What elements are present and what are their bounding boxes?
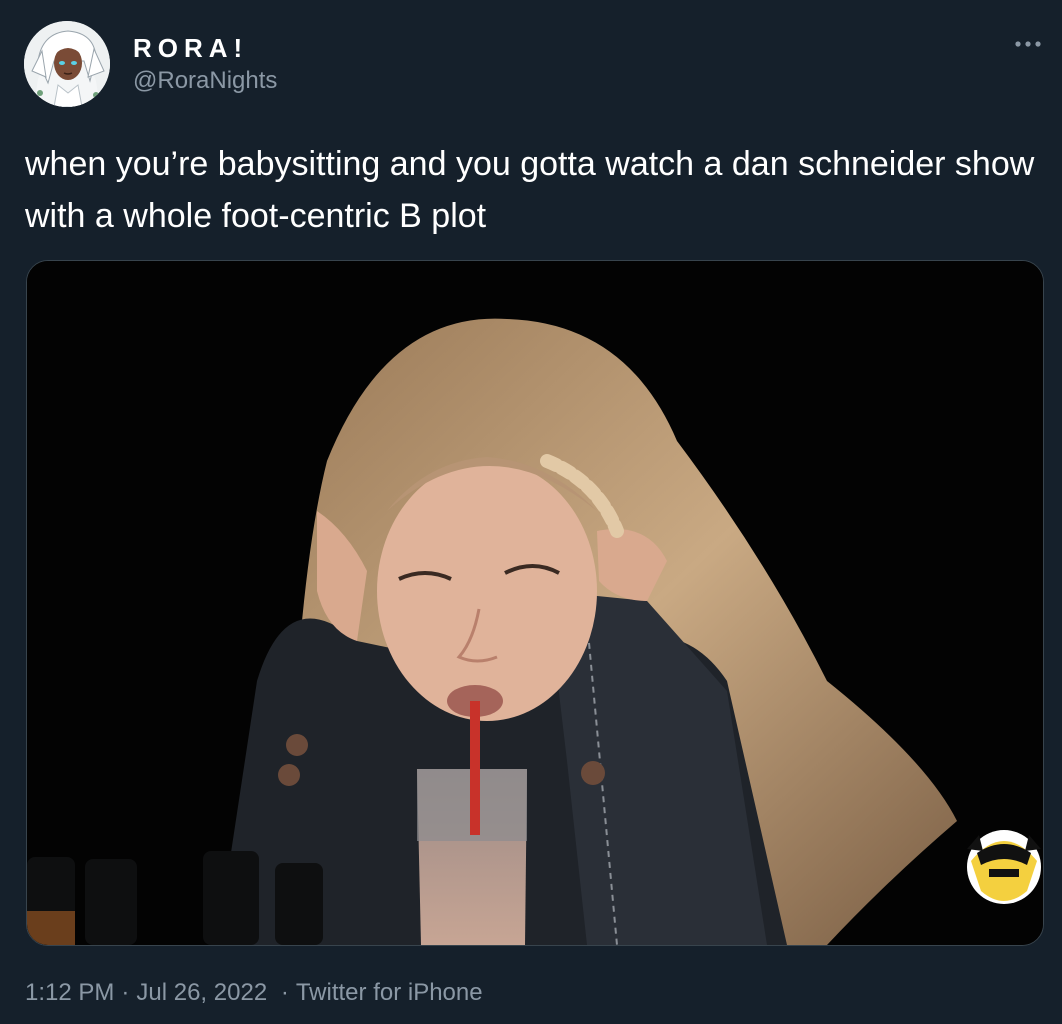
tweet-media-photo[interactable] xyxy=(26,260,1044,946)
tweet-date: Jul 26, 2022 xyxy=(136,979,268,1006)
author-handle[interactable]: @RoraNights xyxy=(133,67,277,95)
tweet-timestamp-link[interactable]: 1:12 PM · Jul 26, 2022 xyxy=(25,979,274,1006)
anime-character-avatar-icon xyxy=(24,21,110,107)
tweet-card: RORA! @RoraNights when you’re babysittin… xyxy=(0,0,1062,1024)
media-image xyxy=(27,261,1043,945)
tweet-metadata: 1:12 PM · Jul 26, 2022 · Twitter for iPhone xyxy=(25,977,483,1009)
meta-separator: · xyxy=(280,979,289,1006)
tweet-source-link[interactable]: Twitter for iPhone xyxy=(296,979,483,1006)
more-horizontal-icon[interactable] xyxy=(1010,30,1046,58)
avatar[interactable] xyxy=(24,21,110,107)
tweet-time: 1:12 PM xyxy=(25,979,115,1006)
tweet-text: when you’re babysitting and you gotta wa… xyxy=(25,145,1035,235)
meta-separator: · xyxy=(121,979,130,1006)
author-display-name[interactable]: RORA! xyxy=(133,33,248,63)
hot-ones-logo-icon xyxy=(967,830,1041,904)
